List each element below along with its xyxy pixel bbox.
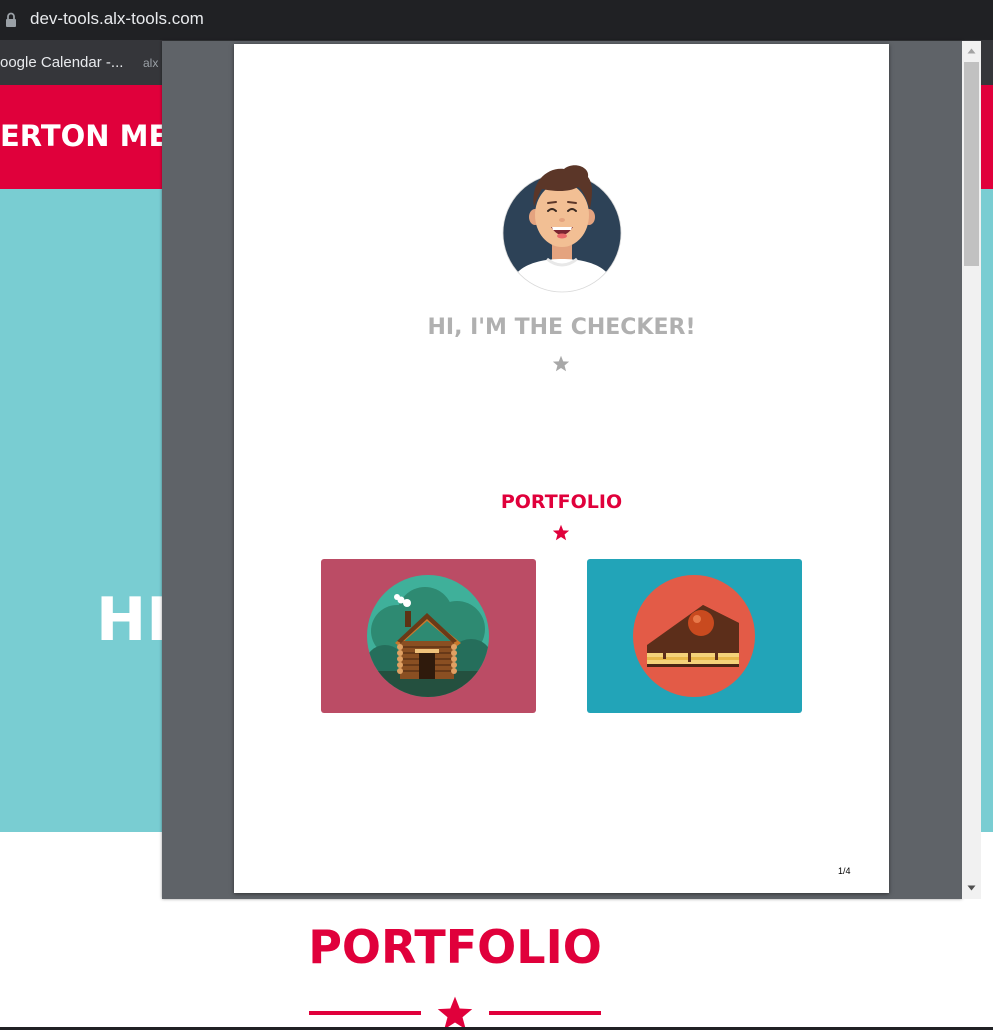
site-hero-title: HI	[96, 585, 169, 655]
log-cabin-icon	[367, 575, 489, 697]
checker-title: HI, I'M THE CHECKER!	[427, 315, 696, 340]
pdf-page: HI, I'M THE CHECKER! PORTFOLIO 1/4	[234, 44, 889, 893]
lock-icon	[6, 12, 16, 27]
scrollbar[interactable]	[962, 41, 981, 899]
site-portfolio-title: PORTFOLIO	[308, 920, 602, 974]
avatar	[502, 165, 622, 293]
portfolio-title: PORTFOLIO	[500, 491, 623, 513]
scroll-down-arrow-icon[interactable]	[965, 881, 978, 894]
scroll-thumb[interactable]	[964, 62, 979, 266]
bookmark-google-calendar[interactable]: oogle Calendar -...	[0, 54, 123, 71]
star-icon	[552, 355, 570, 372]
site-header-title: ERTON ME	[0, 119, 169, 153]
portfolio-card-cake[interactable]	[587, 559, 802, 713]
star-icon	[552, 524, 570, 541]
scroll-up-arrow-icon[interactable]	[965, 45, 978, 58]
cake-slice-icon	[633, 575, 755, 697]
divider-line-left	[309, 1011, 421, 1015]
address-bar[interactable]: dev-tools.alx-tools.com	[0, 0, 993, 40]
url-text[interactable]: dev-tools.alx-tools.com	[30, 9, 204, 29]
divider-line-right	[489, 1011, 601, 1015]
page-number: 1/4	[838, 866, 851, 876]
portfolio-card-cabin[interactable]	[321, 559, 536, 713]
bookmark-alx[interactable]: alx	[143, 56, 158, 70]
star-icon	[437, 996, 473, 1030]
